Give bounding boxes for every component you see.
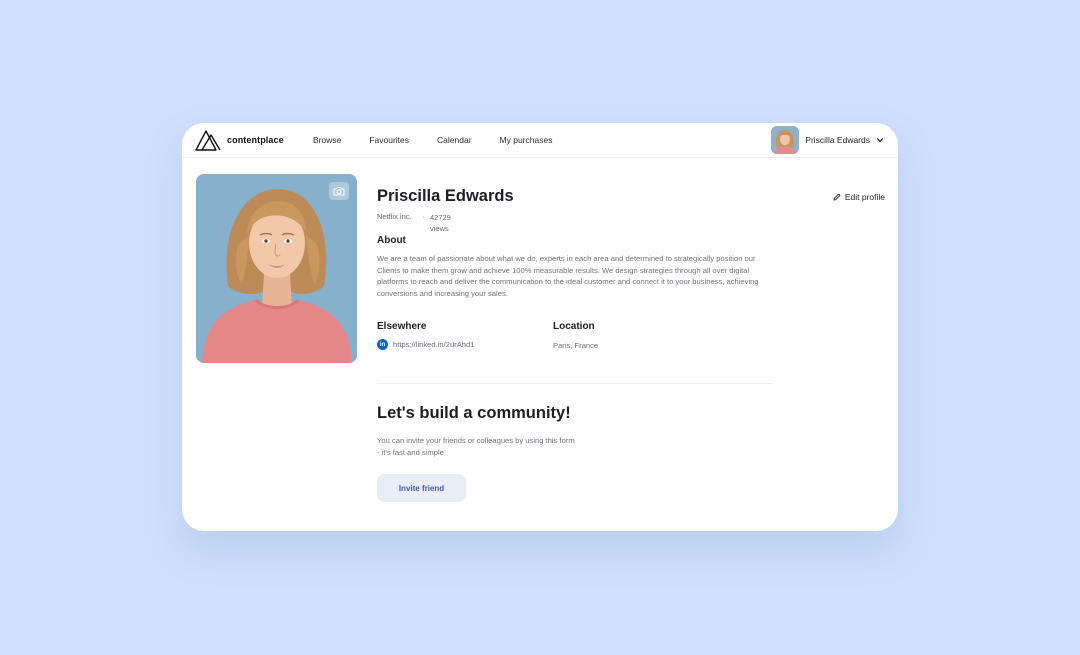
linkedin-icon: in — [377, 339, 388, 350]
chevron-down-icon — [876, 138, 884, 142]
camera-icon — [333, 187, 345, 196]
profile-name: Priscilla Edwards — [377, 187, 514, 205]
location-value: Paris, France — [553, 341, 599, 350]
elsewhere-heading: Elsewhere — [377, 321, 427, 332]
nav-item-favourites[interactable]: Favourites — [369, 135, 409, 145]
user-menu[interactable]: Priscilla Edwards — [771, 126, 884, 154]
main-nav: Browse Favourites Calendar My purchases — [313, 135, 580, 145]
nav-item-browse[interactable]: Browse — [313, 135, 341, 145]
about-heading: About — [377, 235, 406, 246]
avatar — [771, 126, 800, 154]
edit-profile-label: Edit profile — [844, 192, 885, 202]
community-heading: Let's build a community! — [377, 404, 571, 422]
profile-views: 42729 views — [430, 213, 451, 233]
location-heading: Location — [553, 321, 595, 332]
section-divider — [377, 383, 773, 384]
community-text: You can invite your friends or colleague… — [377, 436, 575, 457]
change-photo-button[interactable] — [329, 182, 349, 200]
invite-friend-button[interactable]: Invite friend — [377, 474, 466, 502]
linkedin-url: https://linked.in/2urAhd1 — [393, 340, 475, 349]
company-name: Netflix inc. — [377, 212, 412, 221]
user-name: Priscilla Edwards — [805, 135, 870, 145]
brand-name: contentplace — [227, 135, 284, 145]
top-navigation-bar: contentplace Browse Favourites Calendar … — [182, 123, 898, 158]
about-text: We are a team of passionate about what w… — [377, 254, 759, 298]
profile-photo — [196, 174, 357, 363]
edit-profile-button[interactable]: Edit profile — [833, 192, 885, 202]
brand-logo[interactable]: contentplace — [195, 129, 284, 151]
nav-item-calendar[interactable]: Calendar — [437, 135, 472, 145]
meta-separator: · — [422, 212, 425, 221]
mountain-triangle-icon — [195, 130, 221, 151]
profile-card: contentplace Browse Favourites Calendar … — [182, 123, 898, 531]
pencil-icon — [833, 193, 841, 201]
nav-item-my-purchases[interactable]: My purchases — [500, 135, 553, 145]
linkedin-link[interactable]: in https://linked.in/2urAhd1 — [377, 339, 474, 350]
